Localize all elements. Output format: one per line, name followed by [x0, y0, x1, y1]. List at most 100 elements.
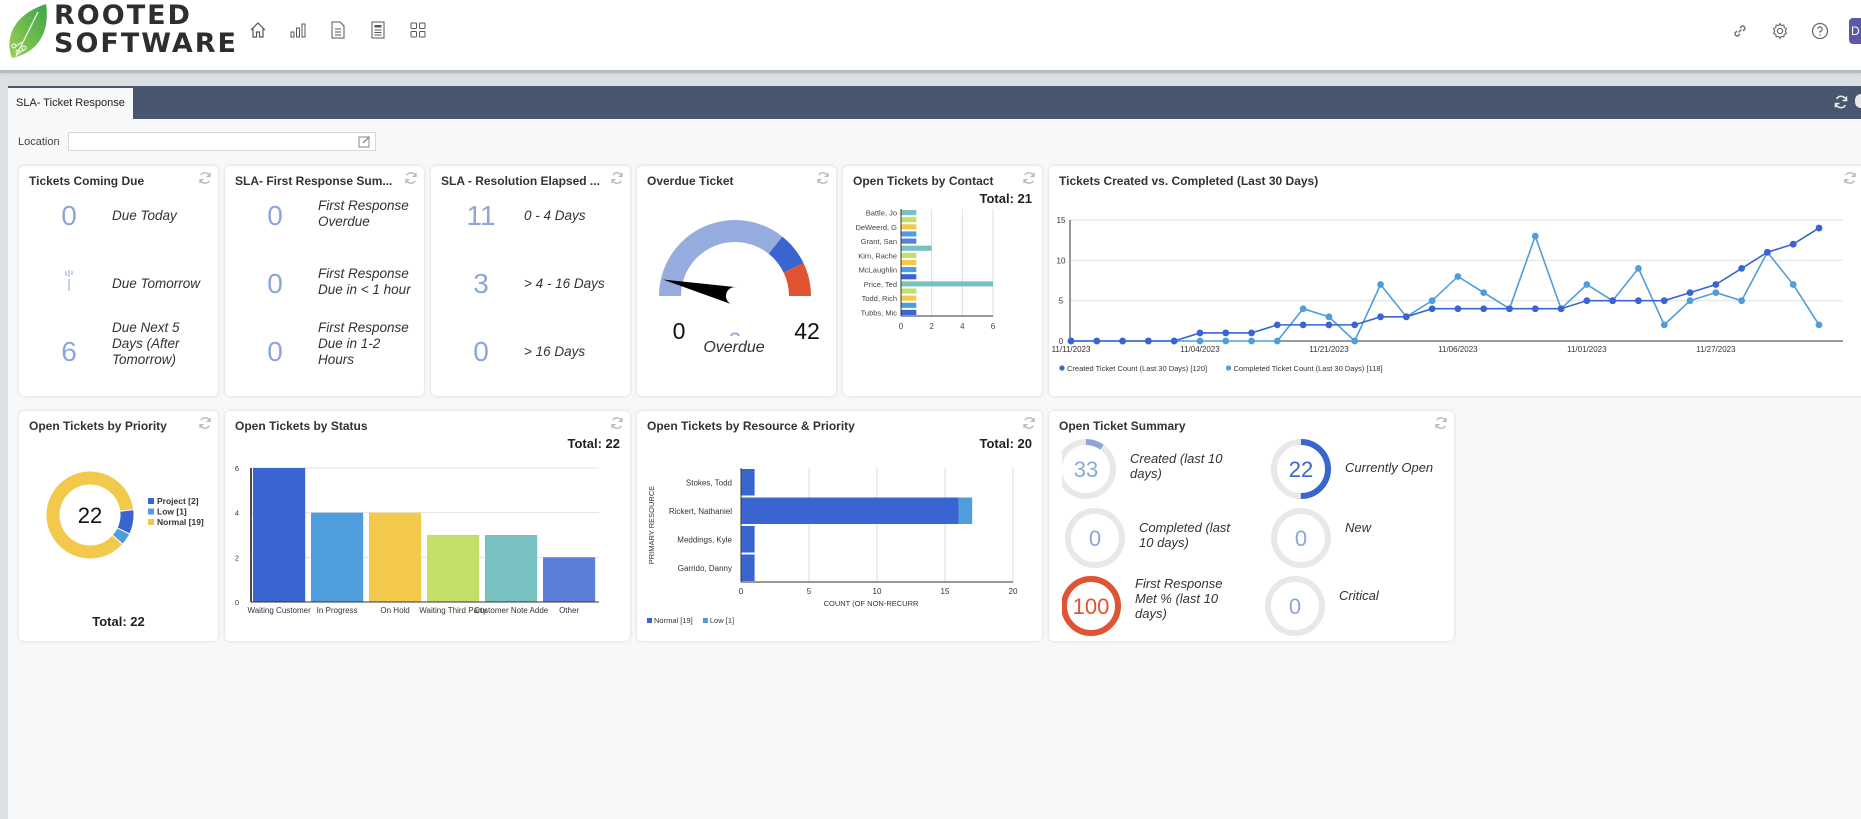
overdue-gauge[interactable]: 0 42 3 Overdue [637, 196, 836, 396]
stat-due-next-5-days[interactable]: 6 Due Next 5 Days (After Tomorrow) [19, 320, 218, 386]
bar-13 [901, 302, 917, 308]
stat-due-tomorrow[interactable]: Due Tomorrow [19, 264, 218, 324]
donut-center-value: 22 [78, 503, 102, 528]
category-label: Customer Note Adde [474, 606, 549, 615]
category-label: Rickert, Nathaniel [669, 507, 732, 516]
ring-value: 33 [1074, 457, 1098, 482]
data-point [1196, 337, 1204, 345]
refresh-icon[interactable] [816, 171, 830, 190]
summary-ring: 22 [1271, 439, 1331, 499]
stat-label: 0 - 4 Days [524, 208, 586, 223]
legend-marker [702, 618, 708, 623]
bar-chart-icon[interactable] [287, 18, 309, 42]
stat-label: > 4 - 16 Days [524, 276, 605, 291]
bar-1 [901, 217, 917, 223]
y-tick-label: 15 [1057, 216, 1066, 225]
legend-marker [148, 519, 154, 525]
data-point [1712, 281, 1720, 288]
gauge-min-label: 0 [673, 318, 686, 344]
summary-item[interactable]: 22 Currently Open [1262, 437, 1452, 501]
stat-label: First Response Overdue [318, 198, 409, 229]
data-point [1789, 240, 1797, 248]
data-point [1248, 329, 1255, 337]
stat-first-response-overdue[interactable]: 0 First Response Overdue [225, 196, 424, 256]
bar-12 [901, 295, 917, 301]
stat-label: First Response Due in < 1 hour [318, 266, 411, 297]
data-point [1480, 305, 1488, 313]
bar-7 [901, 259, 917, 266]
widget-created-vs-completed: Tickets Created vs. Completed (Last 30 D… [1049, 166, 1861, 396]
category-label: Tubbs, Mic [861, 308, 898, 317]
category-label: Waiting Customer [247, 606, 311, 615]
data-point [1531, 305, 1539, 313]
brand-line-1: ROOTED [54, 0, 192, 31]
help-icon[interactable] [1809, 19, 1831, 43]
legend-label: Normal [19] [157, 517, 204, 527]
home-icon[interactable] [247, 18, 269, 42]
stat-label: Due Today [112, 208, 177, 223]
legend-marker [148, 508, 154, 515]
report-icon[interactable] [367, 18, 389, 42]
data-point [1325, 321, 1333, 329]
location-input[interactable] [68, 132, 376, 151]
data-point [1583, 297, 1591, 305]
bar-segment [741, 526, 755, 553]
widget-open-tickets-by-resource: Open Tickets by Resource & Priority Tota… [637, 411, 1042, 641]
gauge-max-label: 42 [794, 318, 820, 344]
refresh-glyph [199, 172, 211, 184]
ring-label: First Response Met % (last 10 days) [1135, 576, 1223, 621]
document-icon[interactable] [327, 18, 349, 42]
stat-value: 6 [61, 336, 77, 367]
summary-item[interactable]: 0 New [1262, 506, 1452, 570]
gear-icon[interactable] [1769, 19, 1791, 43]
more-options-icon[interactable] [1855, 94, 1861, 108]
summary-item[interactable]: 0 Completed (last 10 days) [1062, 506, 1252, 570]
x-tick-label: 11/06/2023 [1438, 345, 1478, 354]
refresh-icon[interactable] [404, 171, 418, 190]
summary-item[interactable]: 0 Critical [1262, 574, 1452, 638]
widget-title: Tickets Coming Due [29, 174, 145, 188]
header-utility-icons: D [1729, 18, 1861, 44]
priority-donut-chart: 22 Project [2]Low [1]Normal [19] [45, 470, 204, 560]
refresh-all-icon[interactable] [1833, 94, 1849, 115]
stat-4-16-days[interactable]: 3 > 4 - 16 Days [431, 264, 630, 324]
bar-5 [543, 557, 596, 602]
bar-segment [741, 554, 755, 581]
summary-item[interactable]: 100 First Response Met % (last 10 days) [1062, 574, 1252, 638]
x-tick-label: 4 [960, 322, 965, 331]
leaf-logo-icon [9, 4, 47, 58]
contact-bar-chart: 0 2 4 6 Battle, Jo DeWeerd, G Grant, San Kim, R… [855, 209, 995, 331]
bar-0 [253, 468, 306, 602]
stat-value: 0 [267, 268, 283, 299]
stat-first-response-lt-1h[interactable]: 0 First Response Due in < 1 hour [225, 264, 424, 324]
x-tick-label: 2 [929, 322, 934, 331]
location-filter: Location [18, 132, 376, 151]
refresh-icon[interactable] [198, 171, 212, 190]
legend-marker [1059, 365, 1065, 371]
y-tick-label: 5 [1059, 297, 1064, 306]
series-line-1 [1071, 233, 1820, 343]
refresh-icon[interactable] [610, 171, 624, 190]
summary-ring: 0 [1065, 508, 1125, 568]
legend-label: Project [2] [157, 496, 199, 506]
refresh-glyph [1435, 417, 1447, 429]
bar-segment [741, 497, 959, 524]
stat-0-4-days[interactable]: 11 0 - 4 Days [431, 196, 630, 256]
data-point [1635, 265, 1642, 272]
refresh-icon[interactable] [1434, 416, 1448, 435]
stat-first-response-1-2h[interactable]: 0 First Response Due in 1-2 Hours [225, 320, 424, 392]
stat-gt-16-days[interactable]: 0 > 16 Days [431, 332, 630, 392]
tab-sla-ticket-response[interactable]: SLA- Ticket Response [8, 88, 133, 119]
rooted-software-logo[interactable]: ROOTED SOFTWARE [6, 2, 236, 62]
stat-due-today[interactable]: 0 Due Today [19, 196, 218, 256]
stat-value: 0 [267, 336, 283, 367]
x-tick-label: 10 [873, 587, 882, 596]
grid-icon[interactable] [407, 18, 429, 42]
link-icon[interactable] [1729, 19, 1751, 43]
location-label: Location [18, 135, 60, 148]
bar-9 [901, 274, 917, 280]
edit-icon[interactable] [358, 135, 371, 153]
summary-item[interactable]: 33 Created (last 10 days) [1062, 437, 1252, 501]
stat-value: 0 [473, 336, 489, 367]
user-avatar[interactable]: D [1849, 18, 1861, 44]
